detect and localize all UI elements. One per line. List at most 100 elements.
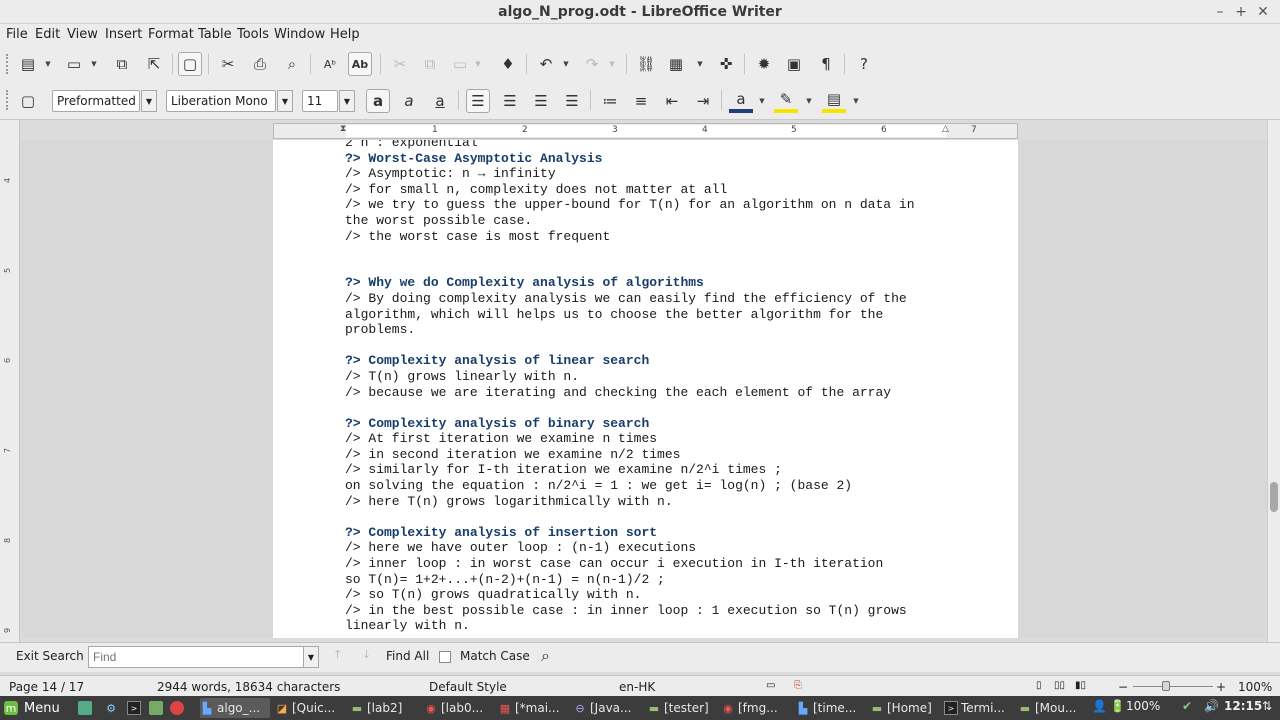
document-line[interactable]: /> Asymptotic: n → infinity — [345, 166, 965, 182]
chevron-down-icon[interactable]: ▼ — [696, 52, 704, 76]
document-line[interactable]: so T(n)= 1+2+...+(n-2)+(n-1) = n(n-1)/2 … — [345, 572, 965, 588]
task-window[interactable]: ▬ [Home] — [870, 698, 940, 718]
document-line[interactable]: /> because we are iterating and checking… — [345, 385, 965, 401]
document-heading[interactable]: ?> Complexity analysis of insertion sort — [345, 525, 965, 541]
task-window[interactable]: ◉ [fmg... — [721, 698, 791, 718]
terminal-launcher-icon[interactable]: > — [127, 701, 141, 715]
horizontal-ruler[interactable]: 1 2 3 4 5 6 7 ⧗ △ — [273, 123, 1018, 139]
paste-disabled-icon[interactable]: ▭ — [448, 52, 472, 76]
align-left-icon[interactable]: ☰ — [466, 89, 490, 113]
task-window[interactable]: ▬ [Mou... — [1018, 698, 1080, 718]
zoom-out-icon[interactable]: − — [1118, 680, 1128, 694]
document-heading[interactable]: ?> Worst-Case Asymptotic Analysis — [345, 151, 965, 167]
document-line[interactable]: /> in second iteration we examine n/2 ti… — [345, 447, 965, 463]
exit-search-button[interactable]: Exit Search — [16, 649, 84, 663]
menu-view[interactable]: View — [67, 27, 98, 42]
align-right-icon[interactable]: ☰ — [529, 89, 553, 113]
undo-icon[interactable]: ↶ — [534, 52, 558, 76]
book-view-icon[interactable]: ▮▯ — [1075, 680, 1086, 691]
page-view-icon[interactable]: ▢ — [178, 52, 202, 76]
task-writer[interactable]: ▙ algo_... — [200, 698, 270, 718]
network-icon[interactable]: ⇅ — [1262, 699, 1272, 713]
show-desktop-icon[interactable] — [78, 701, 92, 715]
page-style[interactable]: Default Style — [429, 680, 507, 694]
zoom-in-icon[interactable]: + — [1216, 680, 1226, 694]
document-modified-icon[interactable]: ⎘ — [794, 680, 802, 691]
task-window[interactable]: > Termi... — [944, 698, 1014, 718]
find-replace-icon[interactable]: ⌕ — [541, 646, 550, 666]
maximize-icon[interactable]: + — [1232, 3, 1250, 21]
minimize-icon[interactable]: – — [1211, 3, 1229, 21]
task-window[interactable]: ◉ [lab0... — [424, 698, 494, 718]
table-icon[interactable]: ▦ — [664, 52, 688, 76]
document-line[interactable] — [345, 244, 965, 260]
menu-help[interactable]: Help — [330, 27, 360, 42]
find-input[interactable] — [88, 646, 306, 668]
document-heading[interactable]: ?> Why we do Complexity analysis of algo… — [345, 275, 965, 291]
toolbar-handle[interactable] — [6, 54, 10, 74]
numbered-list-icon[interactable]: ≔ — [598, 89, 622, 113]
chevron-down-icon[interactable]: ▼ — [852, 89, 860, 113]
clone-formatting-icon[interactable]: ♦ — [496, 52, 520, 76]
decrease-indent-icon[interactable]: ⇤ — [660, 89, 684, 113]
language[interactable]: en-HK — [619, 680, 655, 694]
cut-disabled-icon[interactable]: ✂ — [388, 52, 412, 76]
underline-icon[interactable]: a — [428, 89, 452, 113]
clock[interactable]: 12:15 — [1224, 699, 1262, 713]
find-previous-icon[interactable]: ↑ — [333, 648, 342, 661]
zoom-slider-knob[interactable] — [1162, 681, 1170, 691]
bullet-list-icon[interactable]: ≡ — [629, 89, 653, 113]
document-line[interactable]: problems. — [345, 322, 965, 338]
paragraph-style-select[interactable]: Preformatted Te — [52, 90, 140, 112]
find-next-icon[interactable]: ↓ — [362, 648, 371, 661]
document-line[interactable]: /> for small n, complexity does not matt… — [345, 182, 965, 198]
italic-icon[interactable]: a — [397, 89, 421, 113]
chevron-down-icon[interactable]: ▼ — [805, 89, 813, 113]
task-window[interactable]: ▙ [time... — [796, 698, 866, 718]
document-line[interactable]: 2 n : exponential — [345, 140, 965, 151]
redo-icon[interactable]: ↷ — [580, 52, 604, 76]
document-line[interactable]: algorithm, which will helps us to choose… — [345, 307, 965, 323]
menu-table[interactable]: Table — [198, 27, 232, 42]
autospellcheck-icon[interactable]: Ab — [348, 52, 372, 76]
right-indent-marker-icon[interactable]: △ — [942, 124, 949, 134]
task-window[interactable]: ▬ [tester] — [647, 698, 717, 718]
justify-icon[interactable]: ☰ — [560, 89, 584, 113]
document-line[interactable] — [345, 400, 965, 416]
font-name-select[interactable]: Liberation Mono — [166, 90, 276, 112]
increase-indent-icon[interactable]: ⇥ — [691, 89, 715, 113]
document-line[interactable]: /> inner loop : in worst case can occur … — [345, 556, 965, 572]
user-icon[interactable]: 👤 — [1092, 699, 1107, 713]
settings-launcher-icon[interactable]: ⚙ — [104, 701, 118, 715]
document-line[interactable]: /> here T(n) grows logarithmically with … — [345, 494, 965, 510]
document-line[interactable]: on solving the equation : n/2^i = 1 : we… — [345, 478, 965, 494]
selection-mode-icon[interactable]: ▭ — [766, 680, 775, 691]
battery-level[interactable]: 100% — [1126, 699, 1160, 713]
chevron-down-icon[interactable]: ▼ — [758, 89, 766, 113]
chevron-down-icon[interactable]: ▼ — [562, 52, 570, 76]
formatting-marks-icon[interactable]: ¶ — [814, 52, 838, 76]
document-line[interactable]: /> the worst case is most frequent — [345, 229, 965, 245]
font-size-select[interactable]: 11 — [302, 90, 338, 112]
chevron-down-icon[interactable]: ▼ — [277, 90, 293, 112]
chevron-down-icon[interactable]: ▼ — [141, 90, 157, 112]
document-heading[interactable]: ?> Complexity analysis of linear search — [345, 353, 965, 369]
chevron-down-icon[interactable]: ▼ — [339, 90, 355, 112]
scrollbar-thumb[interactable] — [1270, 482, 1278, 512]
close-icon[interactable]: ✕ — [1254, 3, 1272, 21]
bold-icon[interactable]: a — [366, 89, 390, 113]
match-case-label[interactable]: Match Case — [460, 649, 530, 663]
document-line[interactable] — [345, 509, 965, 525]
spellcheck-icon[interactable]: Aᵇ — [318, 52, 342, 76]
zoom-level[interactable]: 100% — [1238, 680, 1272, 694]
files-launcher-icon[interactable] — [149, 701, 163, 715]
toolbar-handle[interactable] — [6, 90, 10, 110]
task-window[interactable]: ▦ [*mai... — [498, 698, 568, 718]
document-line[interactable]: /> similarly for I-th iteration we exami… — [345, 462, 965, 478]
chevron-down-icon[interactable]: ▼ — [608, 52, 616, 76]
document-line[interactable]: the worst possible case. — [345, 213, 965, 229]
document-line[interactable]: linearly with n. — [345, 618, 965, 634]
copy-disabled-icon[interactable]: ⧉ — [418, 52, 442, 76]
vertical-scrollbar[interactable] — [1267, 120, 1280, 642]
document-heading[interactable]: ?> Complexity analysis of binary search — [345, 416, 965, 432]
